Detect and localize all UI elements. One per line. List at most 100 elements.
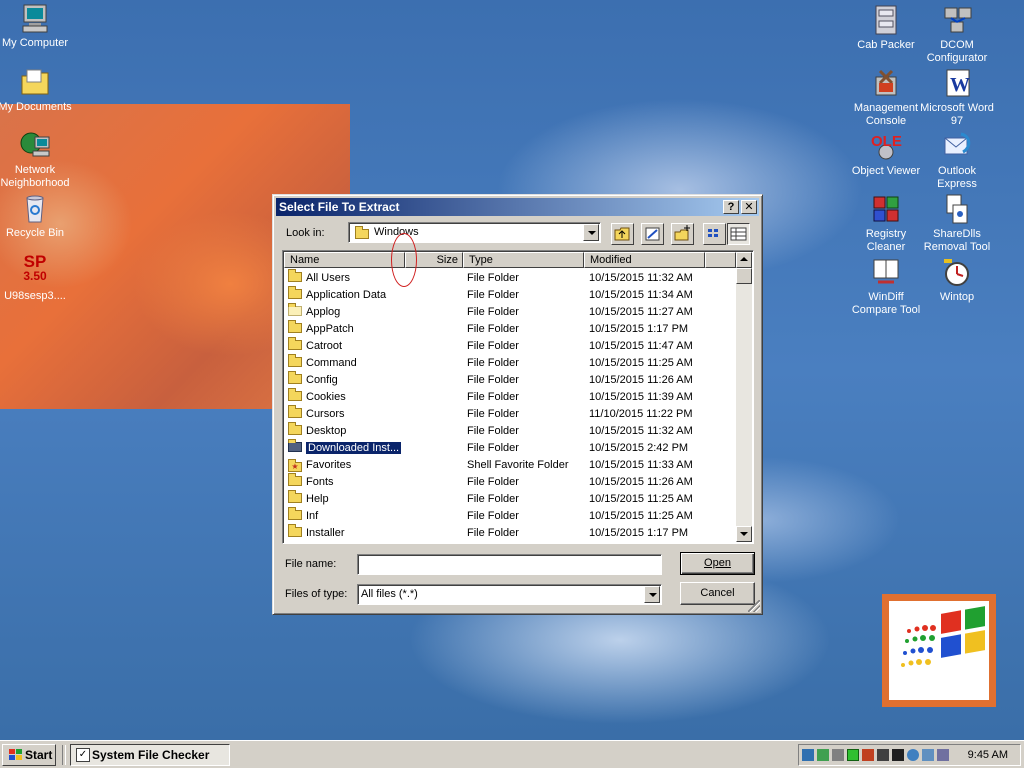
table-row[interactable]: Cookies File Folder 10/15/2015 11:39 AM [284, 388, 736, 406]
desktop-icon-management-console[interactable]: Management Console [849, 67, 923, 128]
table-row[interactable]: ★ Favorites Shell Favorite Folder 10/15/201… [284, 457, 736, 474]
desktop-icon-dcom-configurator[interactable]: DCOM Configurator [920, 4, 994, 65]
table-row[interactable]: Command File Folder 10/15/2015 11:25 AM [284, 354, 736, 372]
file-type-cell: Shell Favorite Folder [467, 459, 569, 471]
file-type-cell: File Folder [467, 323, 519, 335]
task-system-file-checker[interactable]: ✓ System File Checker [70, 744, 230, 766]
desktop-icon-label: Wintop [939, 291, 975, 303]
desktop-icon-registry-cleaner[interactable]: Registry Cleaner [849, 193, 923, 254]
file-name-cell: Inf [306, 510, 319, 522]
speaker-icon[interactable] [832, 749, 844, 761]
column-header-name[interactable]: Name [284, 252, 405, 268]
scroll-down-button[interactable] [736, 526, 752, 542]
tray-computer-icon[interactable] [922, 749, 934, 761]
table-row[interactable]: Desktop File Folder 10/15/2015 11:32 AM [284, 422, 736, 440]
file-modified-cell: 10/15/2015 11:34 AM [589, 289, 693, 301]
desktop-view-button[interactable] [641, 223, 664, 245]
file-name-cell: Desktop [306, 425, 347, 437]
look-in-combo[interactable]: Windows [348, 222, 601, 243]
file-name-cell: Applog [306, 306, 341, 318]
table-row[interactable]: Fonts File Folder 10/15/2015 11:26 AM [284, 473, 736, 491]
table-row[interactable]: Catroot File Folder 10/15/2015 11:47 AM [284, 337, 736, 355]
file-name-input[interactable] [357, 554, 662, 575]
desktop-icon-cab-packer[interactable]: Cab Packer [849, 4, 923, 52]
files-of-type-combo[interactable]: All files (*.*) [357, 584, 662, 605]
up-one-level-button[interactable] [611, 223, 634, 245]
dcom-icon [941, 4, 973, 36]
tray-monitor-icon[interactable] [877, 749, 889, 761]
desktop-icon-label: Microsoft Word 97 [920, 102, 994, 127]
scroll-up-button[interactable] [736, 252, 752, 268]
desktop-icon-outlook-express[interactable]: Outlook Express [920, 130, 994, 191]
desktop-icon-recycle-bin[interactable]: Recycle Bin [0, 192, 72, 240]
desktop-icon-windiff[interactable]: WinDiff Compare Tool [849, 256, 923, 317]
task-label: System File Checker [92, 748, 210, 762]
table-row[interactable]: Applog File Folder 10/15/2015 11:27 AM [284, 303, 736, 321]
select-file-dialog[interactable]: Select File To Extract ? ✕ Look in: Wind… [272, 194, 763, 615]
registry-cleaner-icon [870, 193, 902, 225]
list-view-button[interactable] [703, 223, 726, 245]
details-view-button[interactable] [727, 223, 750, 245]
tray-globe-icon[interactable] [907, 749, 919, 761]
close-button[interactable]: ✕ [741, 200, 757, 214]
look-in-dropdown-arrow[interactable] [583, 224, 599, 241]
desktop-icon-word-97[interactable]: W Microsoft Word 97 [920, 67, 994, 128]
file-modified-cell: 10/15/2015 11:25 AM [589, 510, 693, 522]
file-type-cell: File Folder [467, 408, 519, 420]
folder-icon [288, 320, 302, 333]
dialog-titlebar[interactable]: Select File To Extract ? ✕ [276, 198, 759, 216]
file-name-cell: Favorites [306, 459, 352, 471]
desktop-icon-label: My Documents [0, 101, 72, 113]
desktop-shortcut-icon [645, 227, 660, 241]
desktop-icon-object-viewer[interactable]: OLE Object Viewer [849, 130, 923, 178]
details-view-icon [730, 227, 747, 241]
files-of-type-label: Files of type: [285, 588, 348, 600]
desktop-icon-network-neighborhood[interactable]: Network Neighborhood [0, 129, 72, 190]
open-button[interactable]: Open [680, 552, 755, 575]
table-row[interactable]: All Users File Folder 10/15/2015 11:32 AM [284, 269, 736, 287]
tray-network-share-icon[interactable] [937, 749, 949, 761]
table-row[interactable]: Application Data File Folder 10/15/2015 11… [284, 286, 736, 304]
desktop-icon-label: DCOM Configurator [926, 39, 988, 64]
tray-tool-icon[interactable] [817, 749, 829, 761]
cancel-button[interactable]: Cancel [680, 582, 755, 605]
file-list[interactable]: Name Size Type Modified All Users File Fo… [282, 250, 754, 544]
file-type-cell: File Folder [467, 357, 519, 369]
table-row[interactable]: Installer File Folder 10/15/2015 1:17 PM [284, 524, 736, 542]
network-tray-icon[interactable] [802, 749, 814, 761]
desktop-icon-wintop[interactable]: Wintop [920, 256, 994, 304]
resize-grip[interactable] [748, 600, 760, 612]
files-of-type-dropdown-arrow[interactable] [644, 586, 660, 603]
list-header: Name Size Type Modified [284, 252, 736, 268]
desktop-icon-label: WinDiff Compare Tool [851, 291, 921, 316]
table-row[interactable]: Cursors File Folder 11/10/2015 11:22 PM [284, 405, 736, 423]
table-row-selected[interactable]: Downloaded Inst... File Folder 10/15/2015 … [284, 439, 736, 457]
table-row[interactable]: Config File Folder 10/15/2015 11:26 AM [284, 371, 736, 389]
scroll-thumb[interactable] [736, 268, 752, 284]
ole-glyph: OLE [871, 133, 902, 150]
new-folder-button[interactable] [671, 223, 694, 245]
start-button[interactable]: Start [2, 744, 56, 766]
wintop-icon [941, 256, 973, 288]
checkbox-app-icon: ✓ [76, 748, 90, 762]
column-header-modified[interactable]: Modified [584, 252, 705, 268]
column-header-type[interactable]: Type [463, 252, 584, 268]
desktop-icon-my-documents[interactable]: My Documents [0, 66, 72, 114]
tray-program-icon[interactable] [862, 749, 874, 761]
file-modified-cell: 10/15/2015 1:17 PM [589, 323, 689, 335]
file-name-cell: Command [306, 357, 357, 369]
tray-app-icon[interactable] [892, 749, 904, 761]
table-row[interactable]: Inf File Folder 10/15/2015 11:25 AM [284, 507, 736, 525]
start-label: Start [25, 748, 53, 762]
table-row[interactable]: Help File Folder 10/15/2015 11:25 AM [284, 490, 736, 508]
desktop-icon-sp-package[interactable]: SP 3.50 U98sesp3.... [0, 253, 72, 303]
status-green-icon[interactable] [847, 749, 859, 761]
vertical-scrollbar[interactable] [736, 252, 752, 542]
folder-icon [288, 473, 302, 486]
table-row[interactable]: AppPatch File Folder 10/15/2015 1:17 PM [284, 320, 736, 338]
desktop-icon-sharedlls[interactable]: ShareDlls Removal Tool [920, 193, 994, 254]
help-button[interactable]: ? [723, 200, 739, 214]
clock[interactable]: 9:45 AM [968, 749, 1008, 761]
desktop-icon-my-computer[interactable]: My Computer [0, 2, 72, 50]
folder-icon [288, 371, 302, 384]
